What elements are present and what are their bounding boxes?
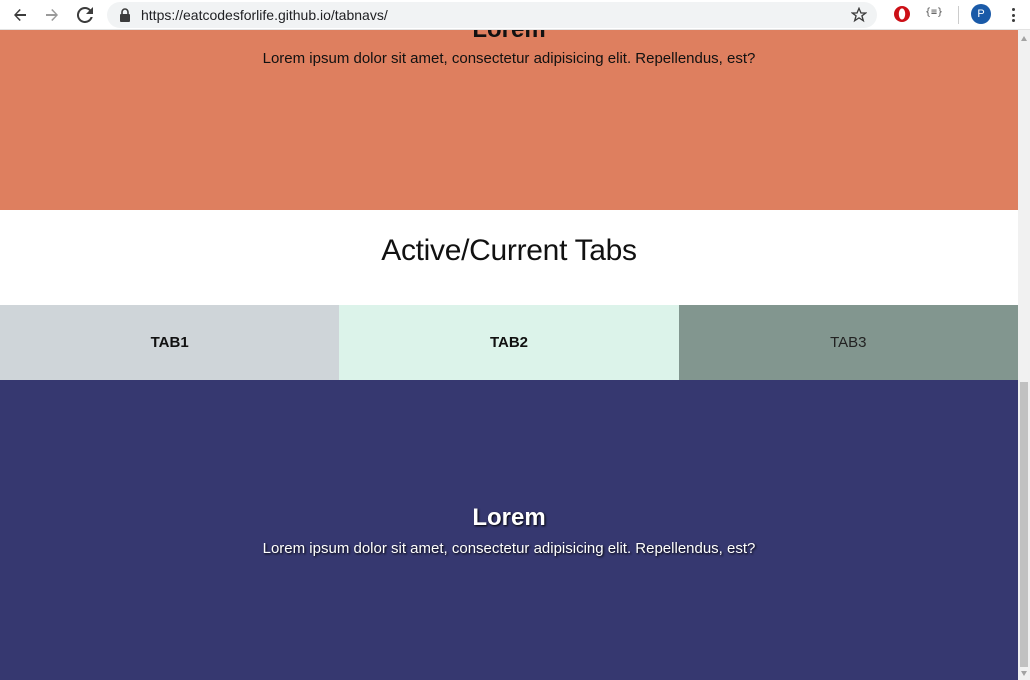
section-heading: Lorem (472, 504, 546, 531)
back-arrow-icon[interactable] (9, 4, 31, 26)
scroll-down-arrow-icon[interactable] (1021, 671, 1027, 676)
page-heading-area: Active/Current Tabs (0, 210, 1018, 305)
avatar[interactable]: P (971, 4, 991, 24)
tab-label: TAB1 (150, 334, 189, 351)
browser-toolbar: https://eatcodesforlife.github.io/tabnav… (0, 0, 1030, 30)
lock-icon (120, 8, 130, 22)
top-content-section: Lorem Lorem ipsum dolor sit amet, consec… (0, 30, 1018, 210)
section-paragraph: Lorem ipsum dolor sit amet, consectetur … (262, 50, 756, 67)
reload-icon[interactable] (74, 4, 96, 26)
opera-icon[interactable] (893, 5, 911, 23)
menu-icon[interactable] (1006, 5, 1020, 25)
star-icon[interactable] (851, 7, 867, 23)
url-text[interactable]: https://eatcodesforlife.github.io/tabnav… (141, 7, 388, 23)
tab-1[interactable]: TAB1 (0, 305, 340, 380)
section-heading: Lorem (0, 30, 1018, 44)
tab-label: TAB3 (830, 334, 867, 351)
scrollbar-thumb[interactable] (1020, 382, 1028, 667)
tab-2[interactable]: TAB2 (339, 305, 679, 380)
section-paragraph: Lorem ipsum dolor sit amet, consectetur … (262, 540, 756, 557)
address-bar[interactable]: https://eatcodesforlife.github.io/tabnav… (107, 2, 877, 28)
page-scrollbar[interactable] (1018, 30, 1030, 680)
toolbar-divider (958, 6, 959, 24)
page-title: Active/Current Tabs (381, 234, 637, 267)
json-icon[interactable]: {≡} (925, 7, 943, 18)
forward-arrow-icon[interactable] (41, 4, 63, 26)
tab-bar: TAB1 TAB2 TAB3 (0, 305, 1018, 380)
bottom-content-section: Lorem Lorem ipsum dolor sit amet, consec… (0, 380, 1018, 680)
page-viewport: Lorem Lorem ipsum dolor sit amet, consec… (0, 30, 1018, 680)
tab-label: TAB2 (489, 334, 529, 351)
tab-3[interactable]: TAB3 (678, 305, 1018, 380)
scroll-up-arrow-icon[interactable] (1021, 36, 1027, 41)
